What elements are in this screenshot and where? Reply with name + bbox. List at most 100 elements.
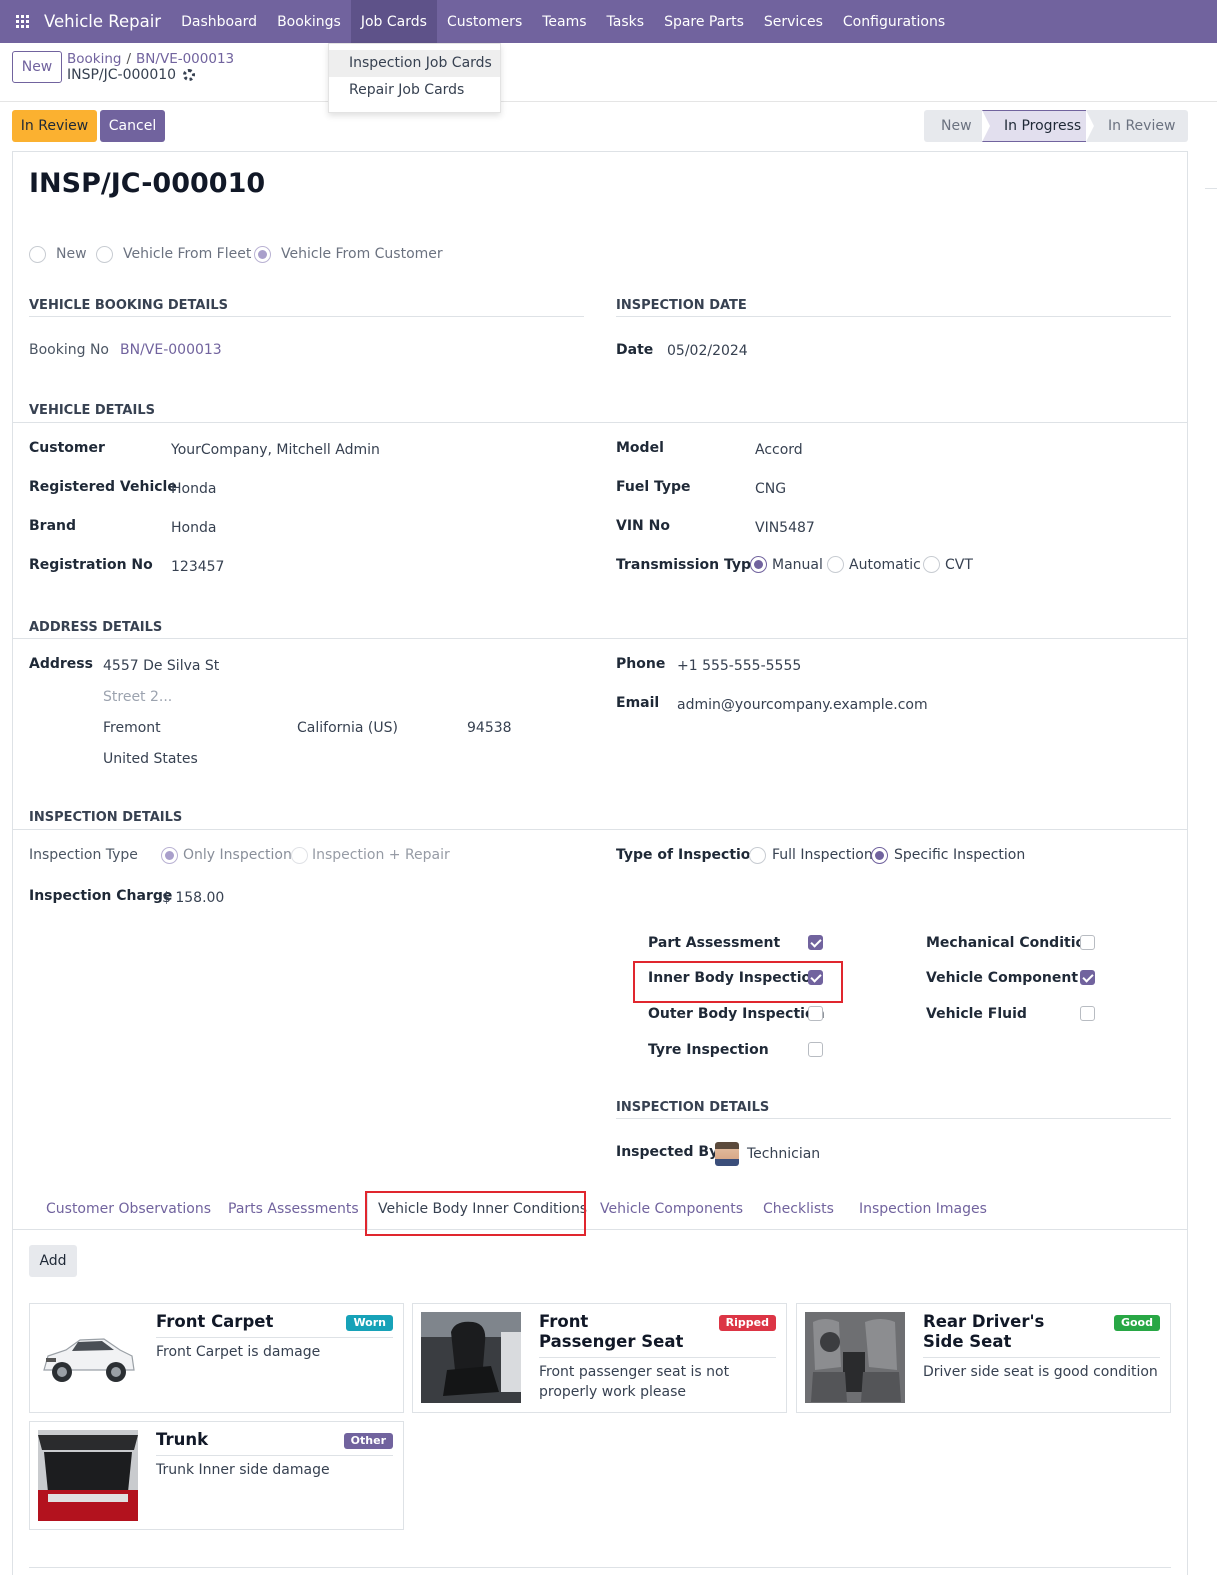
customer-field[interactable]: YourCompany, Mitchell Admin <box>171 442 380 458</box>
notebook-tabs: Customer Observations Parts Assessments … <box>13 1190 1187 1230</box>
seat-image <box>805 1312 905 1403</box>
source-fleet-radio[interactable] <box>96 246 113 263</box>
menu-job-cards[interactable]: Job Cards <box>350 0 437 43</box>
mechanical-condition-checkbox[interactable] <box>1080 935 1095 950</box>
dropdown-repair-job-cards[interactable]: Repair Job Cards <box>329 77 500 104</box>
booking-no-link[interactable]: BN/VE-000013 <box>120 342 222 358</box>
card-description: Trunk Inner side damage <box>156 1462 330 1478</box>
registered-vehicle-label: Registered Vehicle <box>29 479 177 495</box>
date-label: Date <box>616 342 654 358</box>
divider <box>29 316 584 317</box>
menu-bookings[interactable]: Bookings <box>267 0 351 43</box>
menu-customers[interactable]: Customers <box>437 0 532 43</box>
menu-spare-parts[interactable]: Spare Parts <box>654 0 754 43</box>
menu-tasks[interactable]: Tasks <box>597 0 655 43</box>
stage-in-review-label: In Review <box>1108 118 1176 134</box>
inspection-repair-radio <box>291 847 308 864</box>
condition-card[interactable]: Rear Driver's Side Seat Good Driver side… <box>796 1303 1171 1413</box>
full-inspection-label: Full Inspection <box>772 847 873 863</box>
street-field[interactable]: 4557 De Silva St <box>103 658 219 674</box>
vin-field[interactable]: VIN5487 <box>755 520 815 536</box>
specific-inspection-radio[interactable] <box>871 847 888 864</box>
cancel-button[interactable]: Cancel <box>100 110 165 142</box>
transmission-manual-radio[interactable] <box>750 556 767 573</box>
source-customer-radio[interactable] <box>254 246 271 263</box>
menu-services[interactable]: Services <box>754 0 833 43</box>
inspection-type-label: Inspection Type <box>29 847 138 863</box>
part-assessment-checkbox[interactable] <box>808 935 823 950</box>
inspection-charge-field[interactable]: $ 158.00 <box>162 890 224 906</box>
model-field[interactable]: Accord <box>755 442 803 458</box>
job-cards-dropdown: Inspection Job Cards Repair Job Cards <box>328 43 501 113</box>
vehicle-fluid-label: Vehicle Fluid <box>926 1006 1027 1022</box>
menu-configurations[interactable]: Configurations <box>833 0 955 43</box>
breadcrumb-booking-ref[interactable]: BN/VE-000013 <box>136 51 234 67</box>
inspection-repair-label: Inspection + Repair <box>312 847 450 863</box>
state-field[interactable]: California (US) <box>297 720 398 736</box>
add-button[interactable]: Add <box>29 1245 77 1277</box>
brand-field[interactable]: Honda <box>171 520 216 536</box>
status-badge: Ripped <box>718 1315 776 1331</box>
divider <box>13 422 1187 423</box>
breadcrumb-booking[interactable]: Booking <box>67 51 121 67</box>
full-inspection-radio[interactable] <box>749 847 766 864</box>
top-navbar: Vehicle Repair Dashboard Bookings Job Ca… <box>0 0 1217 43</box>
tab-parts-assessments[interactable]: Parts Assessments <box>228 1201 359 1217</box>
phone-field[interactable]: +1 555-555-5555 <box>677 658 801 674</box>
stage-in-review[interactable]: In Review <box>1086 110 1188 142</box>
transmission-label: Transmission Type <box>616 557 761 573</box>
tab-vehicle-components[interactable]: Vehicle Components <box>600 1201 743 1217</box>
card-description: Front Carpet is damage <box>156 1344 321 1360</box>
gear-icon[interactable] <box>183 69 196 81</box>
stage-new[interactable]: New <box>924 110 990 142</box>
registration-field[interactable]: 123457 <box>171 559 224 575</box>
stage-new-label: New <box>941 118 972 134</box>
vehicle-fluid-checkbox[interactable] <box>1080 1006 1095 1021</box>
apps-menu-icon[interactable] <box>0 0 44 43</box>
tyre-inspection-checkbox[interactable] <box>808 1042 823 1057</box>
vehicle-component-checkbox[interactable] <box>1080 970 1095 985</box>
stage-in-progress[interactable]: In Progress <box>982 110 1094 142</box>
menu-dashboard[interactable]: Dashboard <box>171 0 267 43</box>
tab-inspection-images[interactable]: Inspection Images <box>859 1201 987 1217</box>
dropdown-inspection-job-cards[interactable]: Inspection Job Cards <box>329 50 500 77</box>
source-fleet-label: Vehicle From Fleet <box>123 246 252 262</box>
divider <box>29 1567 1171 1568</box>
transmission-cvt-label: CVT <box>945 557 973 573</box>
menu-teams[interactable]: Teams <box>532 0 596 43</box>
card-title: Rear Driver's Side Seat <box>923 1312 1045 1351</box>
email-field[interactable]: admin@yourcompany.example.com <box>677 697 928 713</box>
app-name[interactable]: Vehicle Repair <box>44 12 161 31</box>
transmission-cvt-radio[interactable] <box>923 556 940 573</box>
status-bar: New In Progress In Review <box>924 110 1188 142</box>
inspected-by-field[interactable]: Technician <box>747 1146 820 1162</box>
condition-card[interactable]: Trunk Other Trunk Inner side damage <box>29 1421 404 1530</box>
zip-field[interactable]: 94538 <box>467 720 512 736</box>
fuel-type-field[interactable]: CNG <box>755 481 786 497</box>
specific-inspection-label: Specific Inspection <box>894 847 1026 863</box>
tab-checklists[interactable]: Checklists <box>763 1201 834 1217</box>
trunk-image <box>38 1430 138 1521</box>
booking-no-label: Booking No <box>29 342 109 358</box>
city-field[interactable]: Fremont <box>103 720 161 736</box>
model-label: Model <box>616 440 664 456</box>
record-name-text: INSP/JC-000010 <box>67 67 177 83</box>
date-field[interactable]: 05/02/2024 <box>667 343 748 359</box>
type-of-inspection-label: Type of Inspection <box>616 847 761 863</box>
inspected-by-label: Inspected By <box>616 1144 719 1160</box>
transmission-automatic-radio[interactable] <box>827 556 844 573</box>
condition-card[interactable]: Front Carpet Worn Front Carpet is damage <box>29 1303 404 1413</box>
mechanical-condition-label: Mechanical Condition <box>926 935 1096 951</box>
registered-vehicle-field[interactable]: Honda <box>171 481 216 497</box>
country-field[interactable]: United States <box>103 751 198 767</box>
street2-field[interactable]: Street 2... <box>103 689 172 705</box>
outer-body-inspection-checkbox[interactable] <box>808 1006 823 1021</box>
divider <box>156 1455 393 1456</box>
page-title: INSP/JC-000010 <box>29 168 266 199</box>
card-description: Driver side seat is good condition <box>923 1364 1158 1380</box>
source-new-radio[interactable] <box>29 246 46 263</box>
condition-card[interactable]: Front Passenger Seat Ripped Front passen… <box>412 1303 787 1413</box>
new-record-button[interactable]: New <box>12 51 62 83</box>
in-review-button[interactable]: In Review <box>12 110 97 142</box>
tab-customer-observations[interactable]: Customer Observations <box>46 1201 211 1217</box>
